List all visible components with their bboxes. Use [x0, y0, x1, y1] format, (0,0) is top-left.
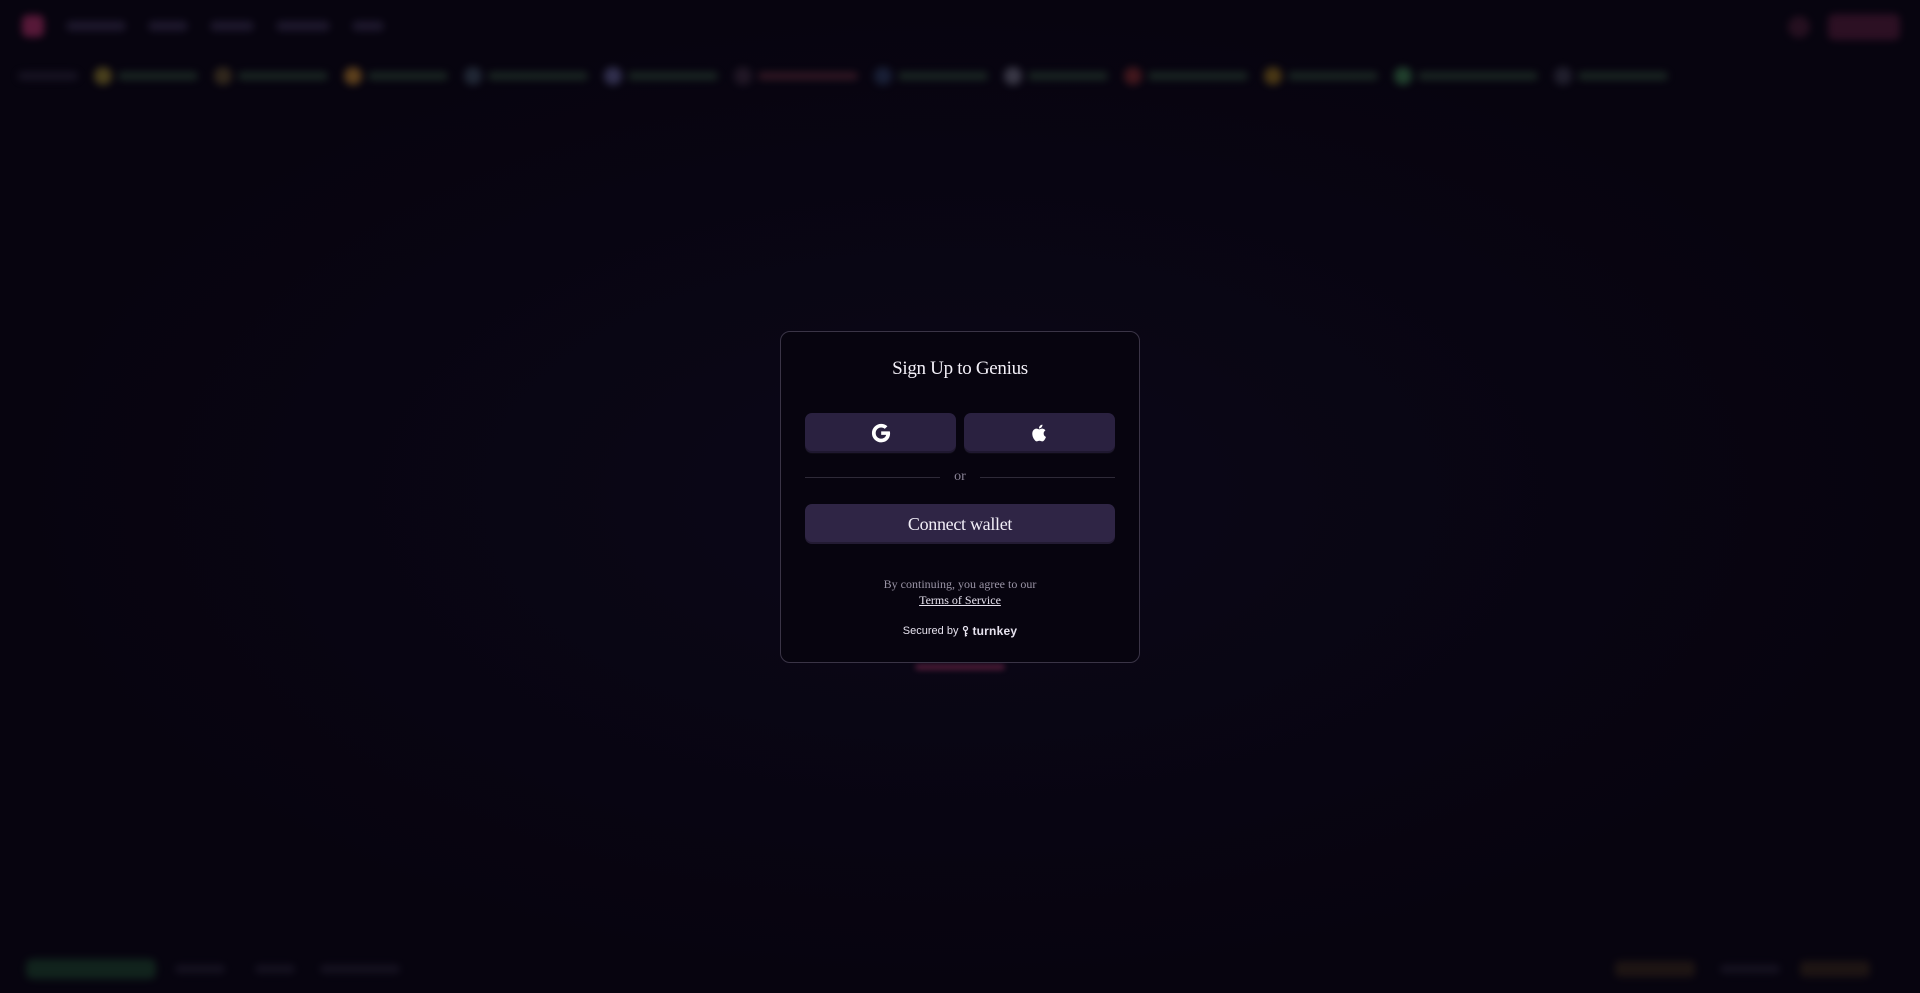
- or-divider: or: [805, 469, 1116, 484]
- background-ticker-item: [94, 67, 198, 85]
- background-top-right: [1788, 14, 1900, 40]
- background-nav-item: [66, 21, 126, 31]
- background-ticker-item: [874, 67, 988, 85]
- turnkey-brand-text: turnkey: [972, 624, 1018, 638]
- background-bottom-item: [175, 965, 225, 973]
- social-login-row: [805, 413, 1115, 453]
- divider-line: [979, 476, 1116, 478]
- connect-wallet-button[interactable]: Connect wallet: [805, 504, 1115, 544]
- background-bottom-item: [255, 965, 295, 973]
- background-ticker-item: [1554, 67, 1668, 85]
- background-accent-line: [915, 664, 1005, 670]
- secured-by: Secured by turnkey: [781, 624, 1139, 638]
- apple-signin-button[interactable]: [964, 413, 1115, 453]
- signup-modal: Sign Up to Genius or Connect wallet By c…: [780, 331, 1140, 663]
- background-bottom-item: [1615, 961, 1695, 977]
- background-bottom-item: [320, 965, 400, 973]
- google-signin-button[interactable]: [805, 413, 956, 453]
- background-ticker-item: [1264, 67, 1378, 85]
- background-nav-item: [352, 21, 384, 31]
- divider-text: or: [954, 469, 966, 484]
- background-bottom-item: [1720, 965, 1780, 973]
- background-ticker-item: [604, 67, 718, 85]
- background-logo: [22, 15, 44, 37]
- apple-icon: [1030, 422, 1050, 444]
- background-ticker-item: [464, 67, 588, 85]
- background-ticker-item: [18, 72, 78, 80]
- background-action-button: [1828, 14, 1900, 40]
- background-nav-item: [276, 21, 330, 31]
- background-nav-item: [210, 21, 254, 31]
- background-ticker-item: [734, 67, 858, 85]
- divider-line: [805, 476, 941, 478]
- background-ticker-item: [344, 67, 448, 85]
- background-ticker-item: [1394, 67, 1538, 85]
- terms-prefix: By continuing, you agree to our: [883, 577, 1037, 591]
- turnkey-logo: turnkey: [962, 624, 1017, 638]
- background-ticker-item: [1004, 67, 1108, 85]
- page: Sign Up to Genius or Connect wallet By c…: [0, 0, 1920, 993]
- terms-of-service-link[interactable]: Terms of Service: [919, 592, 1001, 608]
- background-bottom-item: [1800, 961, 1870, 977]
- modal-title: Sign Up to Genius: [892, 358, 1028, 379]
- google-icon: [870, 422, 892, 444]
- secured-by-label: Secured by: [902, 625, 959, 637]
- background-ticker-item: [1124, 67, 1248, 85]
- background-ticker: [0, 60, 1920, 92]
- turnkey-key-icon: [962, 625, 969, 637]
- background-top-nav: [0, 0, 1920, 52]
- background-nav-item: [148, 21, 188, 31]
- terms-notice: By continuing, you agree to our Terms of…: [781, 576, 1139, 608]
- background-avatar: [1788, 16, 1810, 38]
- background-bottom-bar: [0, 955, 1920, 985]
- background-ticker-item: [214, 67, 328, 85]
- background-status-pill: [26, 959, 156, 979]
